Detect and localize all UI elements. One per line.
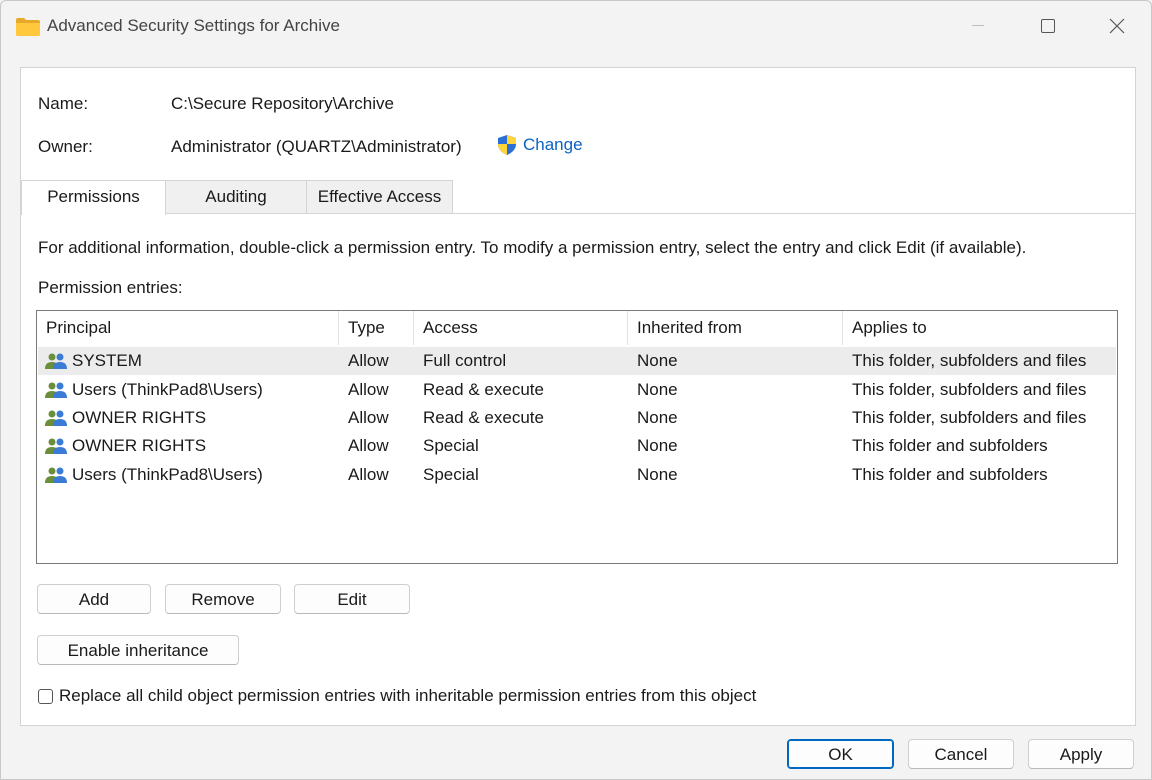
principal-cell: Users (ThinkPad8\Users) (44, 376, 263, 404)
title-bar: Advanced Security Settings for Archive (1, 1, 1151, 51)
main-panel: Name: C:\Secure Repository\Archive Owner… (20, 67, 1136, 726)
replace-permissions-label: Replace all child object permission entr… (59, 686, 757, 705)
uac-shield-icon (498, 135, 516, 155)
cancel-button[interactable]: Cancel (908, 739, 1014, 769)
add-button[interactable]: Add (37, 584, 151, 614)
list-header: Principal Type Access Inherited from App… (37, 311, 1117, 345)
principal-cell: OWNER RIGHTS (44, 404, 206, 432)
owner-value: Administrator (QUARTZ\Administrator) (171, 137, 462, 156)
column-header-inherited-from[interactable]: Inherited from (628, 311, 843, 345)
minimize-button[interactable] (943, 1, 1013, 51)
applies-cell: This folder, subfolders and files (852, 351, 1087, 370)
replace-permissions-option[interactable]: Replace all child object permission entr… (38, 686, 756, 706)
table-row[interactable]: Users (ThinkPad8\Users) Allow Read & exe… (38, 376, 1116, 404)
tab-effective-access[interactable]: Effective Access (306, 180, 453, 213)
minimize-icon (972, 25, 984, 26)
security-dialog: Advanced Security Settings for Archive N… (0, 0, 1152, 780)
folder-icon (15, 17, 41, 37)
inherited-cell: None (637, 380, 678, 399)
table-row[interactable]: OWNER RIGHTS Allow Read & execute None T… (38, 404, 1116, 432)
table-row[interactable]: SYSTEM Allow Full control None This fold… (38, 347, 1116, 375)
maximize-icon (1041, 19, 1055, 33)
access-cell: Special (423, 465, 479, 484)
type-cell: Allow (348, 380, 389, 399)
inherited-cell: None (637, 351, 678, 370)
remove-button[interactable]: Remove (165, 584, 281, 614)
principal-name: OWNER RIGHTS (72, 436, 207, 455)
principal-name: OWNER RIGHTS (72, 408, 207, 427)
type-cell: Allow (348, 351, 389, 370)
tab-divider (21, 213, 1135, 214)
users-group-icon (45, 382, 67, 398)
principal-cell: Users (ThinkPad8\Users) (44, 461, 263, 489)
close-icon (1109, 18, 1125, 34)
principal-name: SYSTEM (72, 351, 142, 370)
name-label: Name: (38, 94, 89, 113)
applies-cell: This folder, subfolders and files (852, 408, 1087, 427)
users-group-icon (45, 438, 67, 454)
inherited-cell: None (637, 465, 678, 484)
principal-name: Users (ThinkPad8\Users) (72, 465, 263, 484)
column-header-type[interactable]: Type (339, 311, 414, 345)
access-cell: Read & execute (423, 408, 544, 427)
inherited-cell: None (637, 408, 678, 427)
applies-cell: This folder, subfolders and files (852, 380, 1087, 399)
type-cell: Allow (348, 465, 389, 484)
users-group-icon (45, 410, 67, 426)
owner-label: Owner: (38, 137, 93, 156)
table-row[interactable]: OWNER RIGHTS Allow Special None This fol… (38, 432, 1116, 460)
permission-entries-label: Permission entries: (38, 278, 183, 297)
access-cell: Read & execute (423, 380, 544, 399)
users-group-icon (45, 467, 67, 483)
column-header-applies-to[interactable]: Applies to (843, 311, 1117, 345)
principal-name: Users (ThinkPad8\Users) (72, 380, 263, 399)
replace-permissions-checkbox[interactable] (38, 688, 53, 704)
tab-permissions[interactable]: Permissions (21, 180, 166, 215)
name-value: C:\Secure Repository\Archive (171, 94, 394, 113)
tab-auditing[interactable]: Auditing (165, 180, 307, 213)
table-row[interactable]: Users (ThinkPad8\Users) Allow Special No… (38, 461, 1116, 489)
type-cell: Allow (348, 408, 389, 427)
applies-cell: This folder and subfolders (852, 465, 1048, 484)
permission-entries-list[interactable]: Principal Type Access Inherited from App… (36, 310, 1118, 564)
window-title: Advanced Security Settings for Archive (47, 16, 340, 35)
principal-cell: OWNER RIGHTS (44, 432, 206, 460)
column-header-principal[interactable]: Principal (37, 311, 339, 345)
maximize-button[interactable] (1013, 1, 1083, 51)
users-group-icon (45, 353, 67, 369)
access-cell: Special (423, 436, 479, 455)
type-cell: Allow (348, 436, 389, 455)
change-link-label: Change (523, 135, 583, 154)
enable-inheritance-button[interactable]: Enable inheritance (37, 635, 239, 665)
principal-cell: SYSTEM (44, 347, 142, 375)
close-button[interactable] (1082, 1, 1152, 51)
inherited-cell: None (637, 436, 678, 455)
ok-button[interactable]: OK (787, 739, 894, 769)
access-cell: Full control (423, 351, 507, 370)
column-header-access[interactable]: Access (414, 311, 628, 345)
applies-cell: This folder and subfolders (852, 436, 1048, 455)
change-owner-link[interactable]: Change (497, 134, 583, 156)
apply-button[interactable]: Apply (1028, 739, 1134, 769)
edit-button[interactable]: Edit (294, 584, 410, 614)
info-text: For additional information, double-click… (38, 238, 1027, 257)
